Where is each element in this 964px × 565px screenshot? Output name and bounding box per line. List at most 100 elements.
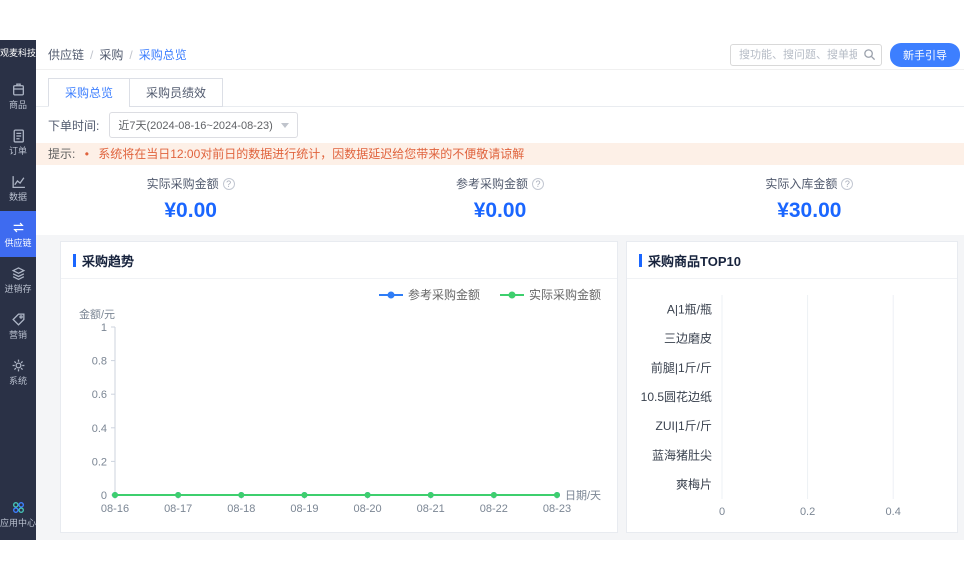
sidebar-item-label: 供应链	[4, 238, 31, 248]
tab-buyer-performance[interactable]: 采购员绩效	[129, 78, 223, 107]
title-accent-bar	[73, 254, 76, 267]
stat-label: 参考采购金额	[456, 175, 528, 192]
search-input[interactable]	[730, 44, 882, 66]
data-chart-icon	[11, 174, 26, 189]
svg-text:A|1瓶/瓶: A|1瓶/瓶	[667, 303, 712, 317]
breadcrumb-separator: /	[90, 48, 93, 62]
svg-text:ZUI|1斤/斤: ZUI|1斤/斤	[656, 419, 712, 433]
info-icon[interactable]: ?	[532, 178, 544, 190]
breadcrumb-supply-chain[interactable]: 供应链	[48, 46, 84, 63]
svg-text:金额/元: 金额/元	[79, 307, 115, 321]
svg-text:前腿|1斤/斤: 前腿|1斤/斤	[651, 360, 712, 375]
stats-row: 实际采购金额? ¥0.00 参考采购金额? ¥0.00 实际入库金额? ¥30.…	[36, 165, 964, 235]
topbar: 供应链 / 采购 / 采购总览 新手引导	[36, 40, 964, 70]
top10-products-chart: 00.20.4A|1瓶/瓶三边磨皮前腿|1斤/斤10.5圆花边纸ZUI|1斤/斤…	[630, 281, 954, 533]
svg-text:08-22: 08-22	[480, 503, 508, 515]
stat-label: 实际采购金额	[147, 175, 219, 192]
date-range-select[interactable]: 近7天(2024-08-16~2024-08-23)	[109, 112, 297, 138]
date-range-value: 近7天(2024-08-16~2024-08-23)	[118, 117, 272, 133]
svg-text:08-17: 08-17	[164, 503, 192, 515]
svg-text:08-19: 08-19	[290, 503, 318, 515]
svg-text:0.4: 0.4	[92, 423, 107, 435]
notice-prefix: 提示:	[48, 147, 75, 161]
app-center-grid-icon	[11, 500, 26, 515]
main-area: 供应链 / 采购 / 采购总览 新手引导 采购总览 采购员绩效 下单时间: 近7…	[36, 40, 964, 540]
svg-text:10.5圆花边纸: 10.5圆花边纸	[641, 389, 712, 404]
panel-title: 采购趋势	[61, 242, 617, 279]
purchase-trend-title: 采购趋势	[82, 251, 134, 270]
svg-text:08-21: 08-21	[417, 503, 445, 515]
sidebar-item-label: 商品	[9, 100, 27, 110]
sidebar-item-label: 营销	[9, 330, 27, 340]
stat-actual-purchase-amount: 实际采购金额? ¥0.00	[36, 175, 345, 223]
title-accent-bar	[639, 254, 642, 267]
svg-text:0.2: 0.2	[800, 506, 815, 518]
search-box	[730, 44, 882, 66]
breadcrumb-purchase-overview: 采购总览	[139, 46, 187, 63]
app-root: 观麦科技 商品 订单 数据 供应链 进销存	[0, 40, 964, 540]
supply-chain-icon	[11, 220, 26, 235]
content-area: 采购趋势 参考采购金额 实际采购金额 金额/元 0 0.2 0.4 0.6 0.8 1 08-1…	[36, 235, 964, 540]
svg-text:爽梅片: 爽梅片	[676, 476, 712, 491]
sidebar-item-label: 数据	[9, 192, 27, 202]
svg-text:0.8: 0.8	[92, 356, 107, 368]
stat-value: ¥0.00	[345, 199, 654, 223]
notice-text: 系统将在当日12:00对前日的数据进行统计，因数据延迟给您带来的不便敬请谅解	[98, 147, 524, 161]
sidebar-item-label: 进销存	[4, 284, 31, 294]
chart-legend: 参考采购金额 实际采购金额	[61, 279, 617, 303]
sidebar-item-goods[interactable]: 商品	[0, 73, 36, 119]
sidebar-item-data[interactable]: 数据	[0, 165, 36, 211]
breadcrumb: 供应链 / 采购 / 采购总览	[48, 46, 187, 63]
inventory-icon	[11, 266, 26, 281]
svg-text:0: 0	[719, 506, 725, 518]
stat-actual-inbound-amount: 实际入库金额? ¥30.00	[655, 175, 964, 223]
svg-text:08-18: 08-18	[227, 503, 255, 515]
sidebar-item-app-center[interactable]: 应用中心	[0, 491, 36, 540]
tab-purchase-overview[interactable]: 采购总览	[48, 78, 130, 107]
chevron-down-icon	[281, 123, 289, 128]
legend-item[interactable]: 实际采购金额	[500, 286, 601, 303]
svg-text:08-23: 08-23	[543, 503, 571, 515]
svg-text:1: 1	[101, 322, 107, 334]
order-time-label: 下单时间:	[48, 117, 99, 134]
purchase-trend-panel: 采购趋势 参考采购金额 实际采购金额 金额/元 0 0.2 0.4 0.6 0.8 1 08-1…	[60, 241, 618, 533]
sidebar-item-system[interactable]: 系统	[0, 349, 36, 395]
svg-text:0: 0	[101, 490, 107, 502]
svg-text:日期/天: 日期/天	[565, 489, 601, 502]
svg-text:三边磨皮: 三边磨皮	[664, 332, 712, 346]
sidebar-item-inventory[interactable]: 进销存	[0, 257, 36, 303]
filter-row: 下单时间: 近7天(2024-08-16~2024-08-23)	[36, 107, 964, 143]
top10-title: 采购商品TOP10	[648, 251, 741, 270]
stat-label: 实际入库金额	[765, 175, 837, 192]
guide-button[interactable]: 新手引导	[890, 43, 960, 67]
info-icon[interactable]: ?	[841, 178, 853, 190]
goods-icon	[11, 82, 26, 97]
app-logo: 观麦科技	[0, 40, 36, 63]
sidebar-item-supply-chain[interactable]: 供应链	[0, 211, 36, 257]
tabs: 采购总览 采购员绩效	[36, 70, 964, 107]
purchase-trend-chart: 金额/元 0 0.2 0.4 0.6 0.8 1 08-16 08-17 08-18 08-19 08…	[69, 303, 609, 529]
svg-text:0.6: 0.6	[92, 389, 107, 401]
svg-text:08-20: 08-20	[354, 503, 382, 515]
sidebar-item-label: 应用中心	[0, 518, 36, 528]
notice-bullet: •	[85, 147, 89, 161]
svg-text:蓝海猪肚尖: 蓝海猪肚尖	[652, 447, 712, 462]
sidebar-item-label: 订单	[9, 146, 27, 156]
breadcrumb-purchase[interactable]: 采购	[99, 46, 123, 63]
svg-text:0.2: 0.2	[92, 456, 107, 468]
gear-icon	[11, 358, 26, 373]
info-icon[interactable]: ?	[223, 178, 235, 190]
notice-bar: 提示: • 系统将在当日12:00对前日的数据进行统计，因数据延迟给您带来的不便…	[36, 143, 964, 165]
top10-products-panel: 采购商品TOP10 00.20.4A|1瓶/瓶三边磨皮前腿|1斤/斤10.5圆花…	[626, 241, 958, 533]
legend-item[interactable]: 参考采购金额	[379, 286, 480, 303]
sidebar-nav: 商品 订单 数据 供应链 进销存 营销	[0, 73, 36, 491]
search-icon[interactable]	[863, 48, 876, 66]
marketing-tag-icon	[11, 312, 26, 327]
svg-text:08-16: 08-16	[101, 503, 129, 515]
stat-value: ¥0.00	[36, 199, 345, 223]
stat-value: ¥30.00	[655, 199, 964, 223]
sidebar-item-marketing[interactable]: 营销	[0, 303, 36, 349]
order-icon	[11, 128, 26, 143]
sidebar: 观麦科技 商品 订单 数据 供应链 进销存	[0, 40, 36, 540]
sidebar-item-orders[interactable]: 订单	[0, 119, 36, 165]
